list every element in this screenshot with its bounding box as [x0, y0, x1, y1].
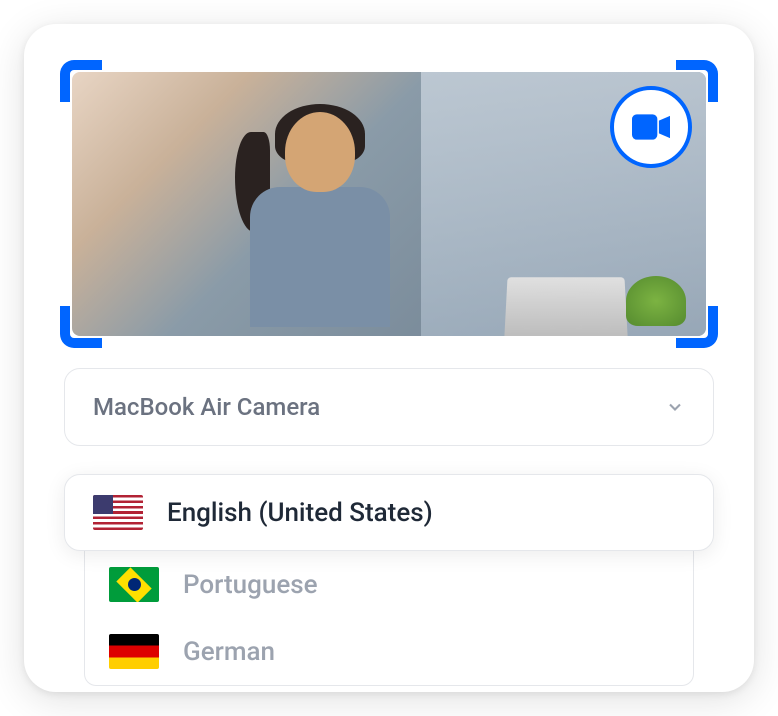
- flag-br-icon: [109, 567, 159, 602]
- flag-de-icon: [109, 634, 159, 669]
- language-option[interactable]: German: [85, 618, 693, 685]
- language-option-selected[interactable]: English (United States): [64, 474, 714, 551]
- camera-select-dropdown[interactable]: MacBook Air Camera: [64, 368, 714, 446]
- video-camera-icon: [632, 113, 670, 141]
- settings-card: MacBook Air Camera English (United State…: [24, 24, 754, 692]
- camera-select-label: MacBook Air Camera: [93, 393, 320, 421]
- record-button[interactable]: [610, 86, 692, 168]
- language-options-list: Portuguese German: [84, 543, 694, 686]
- flag-us-icon: [93, 495, 143, 530]
- language-option[interactable]: Portuguese: [85, 551, 693, 618]
- language-label: Portuguese: [183, 570, 318, 600]
- chevron-down-icon: [665, 397, 685, 417]
- language-label: German: [183, 637, 275, 667]
- language-label: English (United States): [167, 498, 433, 528]
- video-preview-frame: [64, 64, 714, 344]
- language-select: English (United States) Portuguese Germa…: [64, 474, 714, 686]
- camera-preview: [72, 72, 706, 336]
